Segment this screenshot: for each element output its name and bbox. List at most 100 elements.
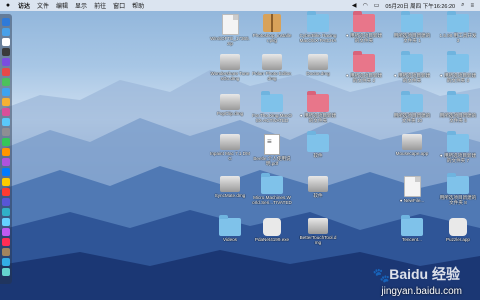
desktop-icon[interactable]: PdaNet4199.exe (252, 218, 292, 242)
desktop-icon[interactable]: 用所选项目新建的文件夹 1 (392, 11, 432, 44)
dock-app-icon[interactable] (2, 228, 10, 236)
dock-app-icon[interactable] (2, 198, 10, 206)
desktop-icon[interactable]: Doctor.dmg (298, 54, 338, 76)
menu-window[interactable]: 窗口 (113, 1, 125, 10)
menu-help[interactable]: 帮助 (132, 1, 144, 10)
desktop-icon[interactable]: Beetle 个人使用说明.pdf (252, 134, 292, 167)
disk-icon (402, 134, 422, 150)
desktop-icon[interactable]: Tencent... (392, 215, 432, 242)
dock-app-icon[interactable] (2, 28, 10, 36)
desktop-icon[interactable]: Puzzler.app (438, 218, 478, 242)
dock-app-icon[interactable] (2, 58, 10, 66)
dock-app-icon[interactable] (2, 248, 10, 256)
disk-icon (220, 134, 240, 150)
dock (0, 14, 12, 284)
battery-icon[interactable]: ▭ (374, 2, 380, 9)
desktop-icon[interactable]: PopClip.dmg (210, 94, 250, 116)
dock-app-icon[interactable] (2, 98, 10, 106)
menu-go[interactable]: 前往 (94, 1, 106, 10)
desktop-icon[interactable]: ● 用所选项目新建的文件夹 3 (438, 51, 478, 84)
folder-icon (401, 91, 423, 112)
desktop-icon[interactable]: Inpaint Mac 7.1 DMG (210, 134, 250, 162)
desktop-icon-label: 用所选项目新建的文件夹 10 (393, 113, 431, 124)
desktop-icon[interactable]: ● 用所选项目新建的文件夹 (298, 91, 338, 124)
dock-app-icon[interactable] (2, 38, 10, 46)
pdf-icon (264, 134, 280, 155)
menu-finder[interactable]: 访达 (18, 1, 30, 10)
file-icon (403, 176, 421, 197)
folder-icon (447, 173, 469, 194)
dock-app-icon[interactable] (2, 238, 10, 246)
desktop-icon-label: ● 用所选项目新建的文件夹 2 (345, 73, 383, 84)
dock-app-icon[interactable] (2, 48, 10, 56)
dock-app-icon[interactable] (2, 158, 10, 166)
dock-app-icon[interactable] (2, 208, 10, 216)
search-icon[interactable]: ⌕ (461, 2, 464, 9)
desktop-icon[interactable]: Polarr Photo Editor.dmg (252, 54, 292, 82)
folder-icon (353, 51, 375, 72)
desktop-icon[interactable]: SyncMate.dmg (210, 176, 250, 198)
desktop-icon-label: 软件 (313, 153, 323, 158)
dock-app-icon[interactable] (2, 68, 10, 76)
desktop-icon[interactable]: BetterTouchTool.dmg (298, 218, 338, 246)
desktop-icon[interactable]: For.The.King.MacOSX-ACTIVATED (252, 91, 292, 124)
desktop-icon[interactable]: CyberBike Racing MacOSX-PAtCHA (298, 11, 338, 44)
desktop-icon-label: CyberBike Racing MacOSX-PAtCHA (299, 33, 337, 44)
folder-icon (401, 11, 423, 32)
desktop-icon[interactable]: ● 用所选项目新建的文件夹 (344, 11, 384, 44)
desktop-icon[interactable]: Photoshop_installer.pkg (252, 14, 292, 44)
file-icon (221, 14, 239, 35)
desktop-icon-label: For.The.King.MacOSX-ACTIVATED (252, 113, 292, 124)
app-icon (449, 218, 467, 236)
dock-app-icon[interactable] (2, 148, 10, 156)
desktop-icon[interactable]: Mousecape.app (392, 134, 432, 156)
desktop-icon[interactable]: ● 用所选项目新建的文件夹 2 (344, 51, 384, 84)
folder-icon (261, 173, 283, 194)
desktop-icon-label: 用所选项目新建的文件夹 1 (393, 33, 431, 44)
menu-file[interactable]: 文件 (37, 1, 49, 10)
desktop-icon[interactable]: 1.5.98 用工具开发 3 (438, 11, 478, 44)
desktop-icon[interactable]: 软件 (298, 176, 338, 198)
desktop-icon-label: Photoshop_installer.pkg (252, 33, 292, 44)
desktop-icon[interactable]: Wondershare TunesGo.dmg (210, 54, 250, 82)
folder-icon (307, 131, 329, 152)
desktop-icon[interactable]: ● NewFile... (392, 176, 432, 203)
apple-icon[interactable]: ● (4, 2, 12, 9)
dock-app-icon[interactable] (2, 268, 10, 276)
desktop-icon[interactable]: 用所选项目新建的文件夹 8 (438, 173, 478, 206)
desktop-icon-label: Puzzler.app (445, 237, 470, 242)
dock-app-icon[interactable] (2, 188, 10, 196)
volume-icon[interactable]: ◀ (352, 2, 357, 9)
desktop-icon-label: 用所选项目新建的文件夹 8 (439, 195, 477, 206)
dock-app-icon[interactable] (2, 78, 10, 86)
dock-app-icon[interactable] (2, 118, 10, 126)
dock-app-icon[interactable] (2, 218, 10, 226)
desktop-icon-label: Polarr Photo Editor.dmg (252, 71, 292, 82)
desktop-icon[interactable]: 用所选项目新建的文件夹 10 (392, 91, 432, 124)
desktop-icon-label: ● 用所选项目新建的文件夹 (299, 113, 337, 124)
dock-app-icon[interactable] (2, 258, 10, 266)
desktop-icon[interactable]: 软件 (298, 131, 338, 158)
dock-app-icon[interactable] (2, 108, 10, 116)
dock-app-icon[interactable] (2, 178, 10, 186)
menu-clock[interactable]: 05月20日 周四 下午16:26:20 (385, 2, 455, 10)
dock-app-icon[interactable] (2, 18, 10, 26)
desktop-icon[interactable]: ● 用所选项目新建的文件夹 (392, 51, 432, 84)
dock-app-icon[interactable] (2, 138, 10, 146)
menu-view[interactable]: 显示 (75, 1, 87, 10)
menu-edit[interactable]: 编辑 (56, 1, 68, 10)
dock-app-icon[interactable] (2, 128, 10, 136)
desktop-icon[interactable]: Micro.Machines.World.Seri...TIVATED (252, 173, 292, 206)
folder-icon (447, 91, 469, 112)
folder-icon (353, 11, 375, 32)
watermark-url: jingyan.baidu.com (381, 286, 462, 297)
desktop-icon-label: Micro.Machines.World.Seri...TIVATED (252, 195, 292, 206)
desktop-icon[interactable]: Videos (210, 215, 250, 242)
desktop-icon[interactable]: 用所选项目新建的文件夹 5 (438, 91, 478, 124)
wifi-icon[interactable]: ◠ (362, 2, 367, 9)
dock-app-icon[interactable] (2, 88, 10, 96)
desktop-icon[interactable]: WinSOFTE_17365.zip (210, 14, 250, 47)
dock-app-icon[interactable] (2, 168, 10, 176)
desktop-icon[interactable]: ● 用所选项目新建的文件夹 7 (438, 131, 478, 164)
menu-icon[interactable]: ≡ (470, 3, 474, 9)
